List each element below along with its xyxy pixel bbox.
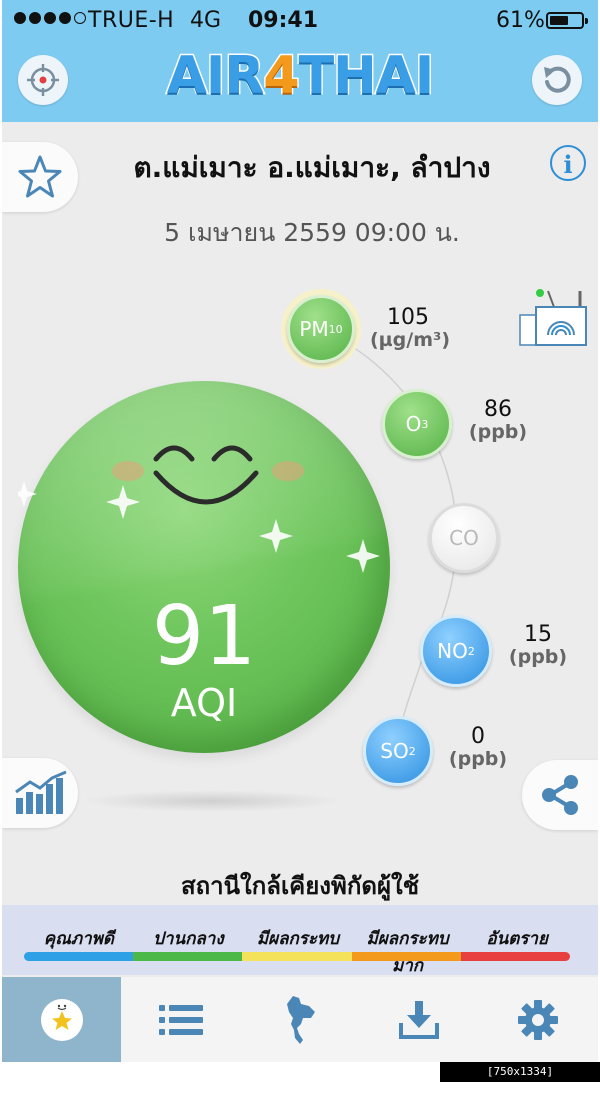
thailand-map-icon [287,995,315,1044]
legend-color-bar [24,952,570,961]
o3-unit: (ppb) [468,421,528,444]
tab-list[interactable] [121,977,240,1062]
aqi-legend: คุณภาพดี ปานกลาง มีผลกระทบ มีผลกระทบมาก … [2,905,598,976]
pollutant-co[interactable]: CO [429,503,499,573]
chart-button[interactable] [2,758,78,828]
tab-map[interactable] [240,977,359,1062]
tab-bar [2,977,598,1062]
aqi-label: AQI [170,681,238,725]
pm10-value: 105 [387,305,429,330]
pollutant-pm10[interactable]: PM 10 [287,295,355,363]
so2-reading: 0 (ppb) [448,724,508,771]
pollutant-so2[interactable]: SO 2 [363,716,433,786]
pollutant-no2[interactable]: NO 2 [420,615,492,687]
so2-value: 0 [471,724,485,749]
download-icon [399,1000,440,1039]
legend-color-segment [24,952,134,961]
nearby-stations-label[interactable]: สถานีใกล้เคียงพิกัดผู้ใช้ [2,866,598,905]
o3-reading: 86 (ppb) [468,397,528,444]
share-button[interactable] [522,760,598,830]
tab-settings[interactable] [479,977,598,1062]
legend-color-segment [460,952,570,961]
pm10-reading: 105 (µg/m³) [370,305,451,352]
no2-reading: 15 (ppb) [508,622,568,669]
legend-color-segment [351,952,461,961]
bar-chart-icon [15,770,67,814]
tab-favorites[interactable] [2,977,122,1062]
list-icon [158,1004,203,1035]
aqi-indicator: 91 AQI [18,381,390,753]
so2-unit: (ppb) [448,748,508,771]
gear-icon [518,999,559,1040]
no2-unit: (ppb) [508,646,568,669]
image-source-caption: [750x1334] https://upic.me/ [440,1062,600,1098]
o3-value: 86 [484,397,512,422]
pollutant-o3[interactable]: O3 [382,389,452,459]
app-screen: TRUE-H 4G 09:41 61% AIR4THAI ต.แม่เมาะ อ… [2,0,598,1062]
aqi-value: 91 [151,589,257,684]
legend-color-segment [133,952,243,961]
smiley-star-icon [40,998,83,1041]
legend-color-segment [242,952,352,961]
tab-download[interactable] [360,977,479,1062]
share-icon [542,775,578,815]
ball-shadow [82,790,342,812]
no2-value: 15 [524,622,552,647]
pm10-unit: (µg/m³) [370,329,451,352]
